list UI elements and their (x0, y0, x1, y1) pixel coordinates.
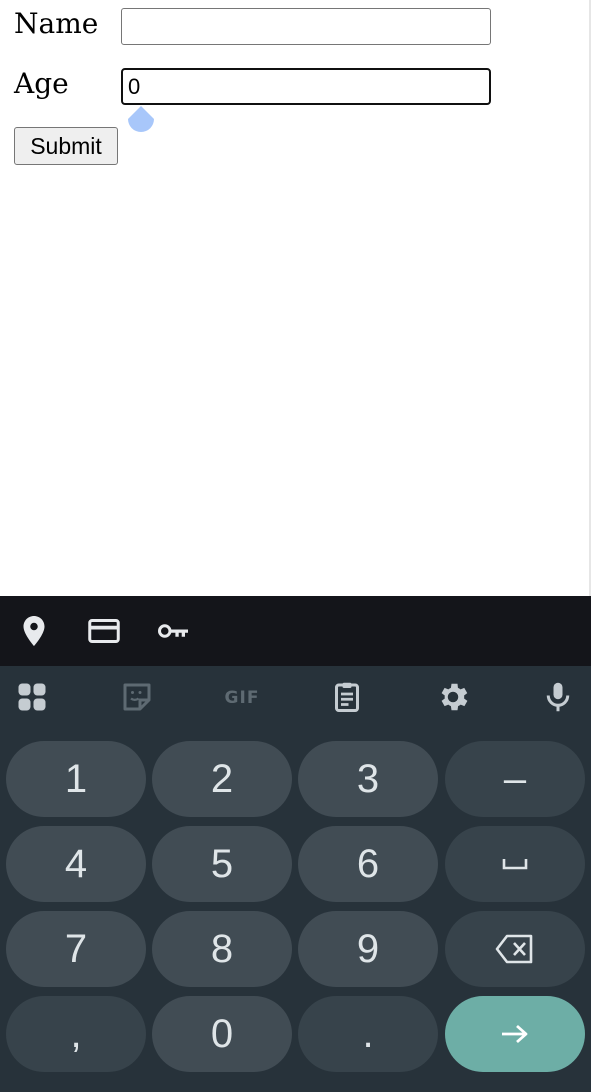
name-label: Name (14, 7, 99, 40)
age-input[interactable]: 0 (121, 68, 491, 105)
numeric-keyboard: GIF 1 2 3 – 4 5 6 7 8 9 , 0 . (0, 666, 591, 1092)
key-icon[interactable] (155, 613, 191, 649)
submit-button[interactable]: Submit (14, 127, 118, 165)
backspace-key[interactable] (445, 911, 585, 987)
space-icon (502, 859, 528, 870)
name-input[interactable] (121, 8, 491, 45)
web-form: Name Age 0 Submit (0, 0, 591, 596)
key-comma[interactable]: , (6, 996, 146, 1072)
gear-icon[interactable] (435, 679, 471, 715)
enter-arrow-icon (502, 1024, 528, 1044)
age-label: Age (14, 67, 69, 100)
clipboard-icon[interactable] (329, 679, 365, 715)
mic-icon[interactable] (540, 679, 576, 715)
key-1[interactable]: 1 (6, 741, 146, 817)
location-pin-icon[interactable] (16, 613, 52, 649)
key-8[interactable]: 8 (152, 911, 292, 987)
key-6[interactable]: 6 (298, 826, 438, 902)
key-4[interactable]: 4 (6, 826, 146, 902)
text-cursor-handle-icon[interactable] (126, 104, 156, 134)
backspace-icon (495, 934, 533, 964)
gif-icon[interactable]: GIF (222, 688, 262, 708)
enter-key[interactable] (445, 996, 585, 1072)
key-3[interactable]: 3 (298, 741, 438, 817)
credit-card-icon[interactable] (86, 613, 122, 649)
key-5[interactable]: 5 (152, 826, 292, 902)
key-dash[interactable]: – (445, 741, 585, 817)
key-period[interactable]: . (298, 996, 438, 1072)
key-9[interactable]: 9 (298, 911, 438, 987)
key-7[interactable]: 7 (6, 911, 146, 987)
apps-grid-icon[interactable] (14, 679, 50, 715)
sticker-icon[interactable] (119, 679, 155, 715)
key-2[interactable]: 2 (152, 741, 292, 817)
autofill-bar (0, 596, 591, 666)
space-key[interactable] (445, 826, 585, 902)
key-0[interactable]: 0 (152, 996, 292, 1072)
